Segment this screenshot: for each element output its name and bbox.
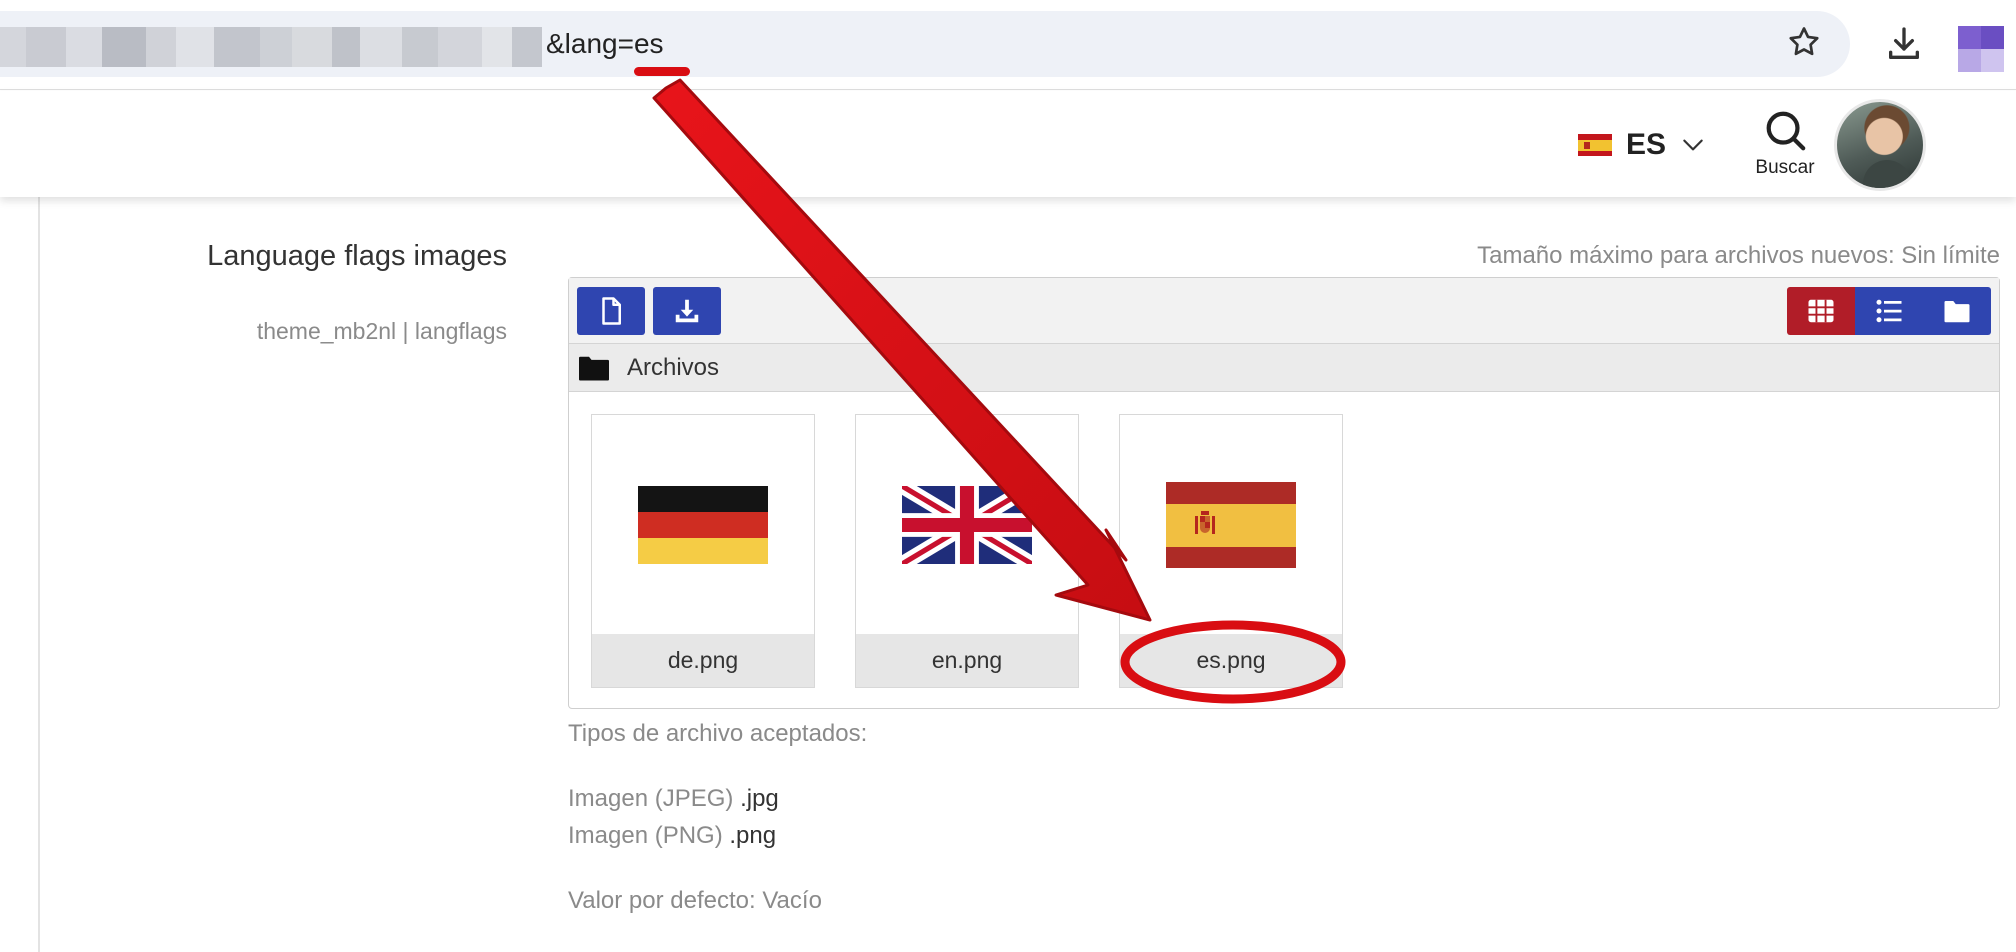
- folder-icon: [1944, 301, 1970, 323]
- search-label: Buscar: [1755, 157, 1815, 178]
- download-tray-icon: [675, 299, 699, 323]
- default-value-note: Valor por defecto: Vacío: [568, 887, 822, 914]
- blurred-url-segment: [0, 27, 546, 67]
- accepted-type-jpeg: Imagen (JPEG) .jpg: [568, 785, 779, 812]
- file-manager-toolbar: [569, 278, 1999, 344]
- blur-block: [512, 27, 542, 67]
- file-tile-de[interactable]: de.png: [591, 414, 815, 688]
- user-avatar[interactable]: [1834, 99, 1926, 191]
- chevron-down-icon: [1683, 139, 1703, 151]
- blur-block: [438, 27, 482, 67]
- file-name: en.png: [856, 634, 1078, 687]
- tree-view-button[interactable]: [1923, 287, 1991, 335]
- view-switcher: [1787, 287, 1991, 335]
- setting-name: theme_mb2nl | langflags: [256, 318, 507, 344]
- blur-block: [146, 27, 176, 67]
- list-view-button[interactable]: [1855, 287, 1923, 335]
- file-icon: [602, 297, 621, 325]
- grid-icon: [1808, 299, 1834, 323]
- extension-icon[interactable]: [1958, 26, 2004, 72]
- file-thumbnail: [1120, 415, 1342, 635]
- address-bar[interactable]: &lang=es: [0, 11, 1850, 77]
- download-icon[interactable]: [1884, 24, 1924, 64]
- accepted-file-types: Tipos de archivo aceptados: Imagen (JPEG…: [568, 715, 867, 919]
- add-file-button[interactable]: [577, 287, 645, 335]
- file-tile-es[interactable]: es.png: [1119, 414, 1343, 688]
- file-manager: Archivos de.png en.png es.png: [568, 277, 2000, 709]
- blur-block: [26, 27, 66, 67]
- accepted-type-png: Imagen (PNG) .png: [568, 822, 777, 849]
- browser-toolbar: &lang=es: [0, 0, 2016, 90]
- blur-block: [292, 27, 332, 67]
- breadcrumb: Archivos: [569, 344, 1999, 392]
- blur-block: [482, 27, 512, 67]
- spain-flag-image: [1166, 482, 1296, 568]
- url-highlight-underline: [634, 67, 690, 76]
- germany-flag-image: [638, 486, 768, 564]
- spain-flag-icon: [1578, 134, 1612, 156]
- grid-view-button[interactable]: [1787, 287, 1855, 335]
- content-divider: [38, 197, 40, 952]
- search-button[interactable]: Buscar: [1750, 109, 1820, 189]
- file-tile-en[interactable]: en.png: [855, 414, 1079, 688]
- max-file-size-note: Tamaño máximo para archivos nuevos: Sin …: [1477, 242, 2000, 269]
- breadcrumb-root[interactable]: Archivos: [627, 354, 719, 382]
- blur-block: [214, 27, 260, 67]
- search-icon: [1766, 111, 1806, 151]
- blur-block: [66, 27, 102, 67]
- blur-block: [176, 27, 214, 67]
- blur-block: [402, 27, 438, 67]
- blur-block: [102, 27, 146, 67]
- file-name: de.png: [592, 634, 814, 687]
- accepted-types-heading: Tipos de archivo aceptados:: [568, 720, 868, 747]
- field-title: Language flags images: [207, 240, 507, 272]
- file-name: es.png: [1120, 634, 1342, 687]
- language-switcher[interactable]: ES: [1578, 123, 1706, 167]
- download-all-button[interactable]: [653, 287, 721, 335]
- file-thumbnail: [592, 415, 814, 635]
- folder-icon: [579, 356, 609, 380]
- blur-block: [260, 27, 292, 67]
- coat-of-arms-icon: [1195, 510, 1215, 534]
- site-header: ES Buscar: [0, 91, 2016, 197]
- language-code: ES: [1626, 128, 1667, 161]
- blur-block: [332, 27, 360, 67]
- blur-block: [0, 27, 26, 67]
- uk-flag-image: [902, 486, 1032, 564]
- file-thumbnail: [856, 415, 1078, 635]
- blur-block: [360, 27, 402, 67]
- bookmark-star-icon[interactable]: [1786, 24, 1822, 60]
- list-icon: [1876, 299, 1902, 323]
